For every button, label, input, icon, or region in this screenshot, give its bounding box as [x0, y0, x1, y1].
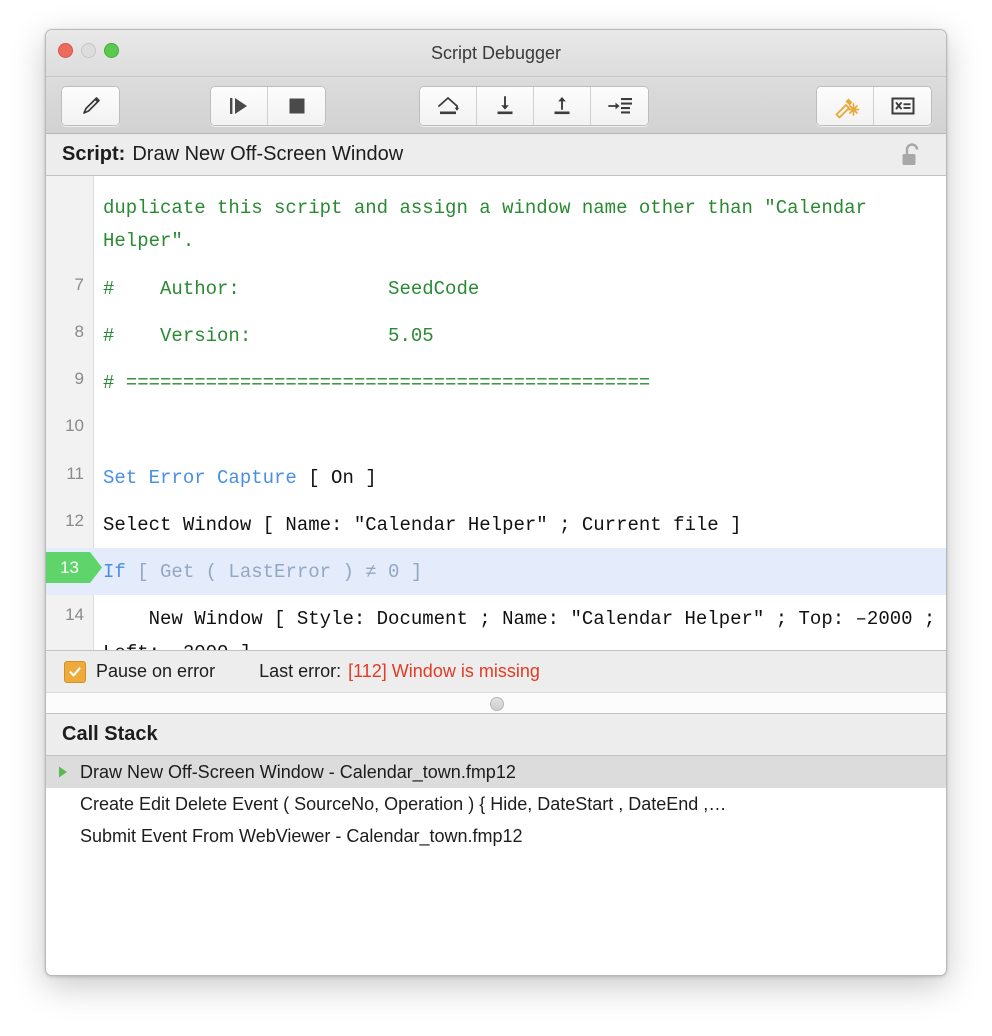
magic-wand-icon: [830, 92, 860, 120]
script-code-pane[interactable]: functions. If you need to spawn new off-…: [46, 176, 946, 650]
code-line-text: If [ Get ( LastError ) ≠ 0 ]: [93, 548, 946, 595]
last-error-value: [112] Window is missing: [348, 661, 540, 681]
line-number: 7: [74, 274, 84, 294]
code-line[interactable]: 11 Set Error Capture [ On ]: [46, 454, 946, 501]
call-stack-row-label: Create Edit Delete Event ( SourceNo, Ope…: [80, 793, 727, 814]
call-stack-row[interactable]: Submit Event From WebViewer - Calendar_t…: [46, 820, 946, 852]
inspect-group: [816, 86, 932, 126]
pause-on-error-label: Pause on error: [96, 661, 216, 681]
step-over-icon: [433, 93, 463, 119]
continue-run-button[interactable]: [211, 87, 268, 125]
step-out-icon: [549, 93, 575, 119]
code-line-text: # Version: 5.05: [93, 312, 946, 359]
code-line-list: functions. If you need to spawn new off-…: [46, 176, 946, 650]
call-stack-row[interactable]: Create Edit Delete Event ( SourceNo, Ope…: [46, 788, 946, 820]
pause-on-error-checkbox[interactable]: [64, 660, 86, 683]
error-status-bar: Pause on error Last error: [112] Window …: [46, 650, 946, 692]
stop-square-icon: [284, 93, 310, 119]
code-line[interactable]: 9 # =====================================…: [46, 359, 946, 406]
step-out-button[interactable]: [534, 87, 591, 125]
unlock-icon[interactable]: [898, 141, 926, 176]
line-number: 9: [74, 369, 84, 388]
code-segment: duplicate this script and assign a windo…: [103, 197, 879, 253]
code-line[interactable]: 14 New Window [ Style: Document ; Name: …: [46, 595, 946, 650]
code-segment: [ Get ( LastError ) ≠ 0 ]: [125, 561, 423, 583]
step-controls-group: [419, 86, 649, 126]
data-viewer-button[interactable]: [817, 87, 874, 125]
code-segment: # Author: SeedCode: [103, 277, 480, 300]
call-stack-list[interactable]: Draw New Off-Screen Window - Calendar_to…: [46, 756, 946, 975]
edit-script-button[interactable]: [62, 87, 119, 125]
code-line-text: New Window [ Style: Document ; Name: "Ca…: [93, 595, 946, 650]
code-segment: # ======================================…: [103, 372, 651, 394]
code-segment: New Window [ Style: Document ; Name: "Ca…: [103, 608, 936, 650]
pencil-icon: [78, 93, 104, 119]
code-segment: [ On ]: [296, 466, 377, 489]
code-line-text: functions. If you need to spawn new off-…: [93, 176, 946, 181]
line-number: 13: [60, 558, 79, 577]
pane-splitter[interactable]: [46, 692, 946, 714]
script-name: Draw New Off-Screen Window: [132, 143, 404, 165]
line-number: 11: [66, 463, 84, 483]
variables-button[interactable]: [874, 87, 931, 125]
code-line-text: Select Window [ Name: "Calendar Helper" …: [93, 501, 946, 548]
run-controls-group: [210, 86, 326, 126]
arrow-to-lines-icon: [605, 93, 635, 119]
script-header-bar: Script: Draw New Off-Screen Window: [46, 134, 946, 176]
line-number: [46, 184, 93, 194]
code-line-text: duplicate this script and assign a windo…: [93, 184, 946, 265]
window-title: Script Debugger: [430, 43, 562, 63]
line-number: 12: [65, 510, 84, 530]
line-number: 8: [74, 321, 84, 341]
play-icon: [224, 93, 254, 119]
code-line-text: Set Error Capture [ On ]: [93, 454, 946, 501]
step-over-button[interactable]: [420, 87, 477, 125]
call-stack-row-label: Draw New Off-Screen Window - Calendar_to…: [80, 761, 516, 782]
code-line[interactable]: functions. If you need to spawn new off-…: [46, 176, 946, 184]
code-segment: # Version: 5.05: [103, 324, 434, 347]
line-number: 14: [65, 605, 84, 625]
code-segment: If: [103, 561, 126, 583]
code-segment: Select Window [ Name: "Calendar Helper" …: [103, 513, 742, 536]
code-line[interactable]: 7 # Author: SeedCode: [46, 265, 946, 312]
debugger-toolbar: [46, 77, 946, 134]
script-label: Script:: [62, 143, 126, 165]
code-line[interactable]: 12 Select Window [ Name: "Calendar Helper…: [46, 501, 946, 548]
code-line[interactable]: duplicate this script and assign a windo…: [46, 184, 946, 265]
current-frame-arrow-icon: [56, 765, 80, 779]
last-error-label: Last error:: [259, 661, 342, 681]
set-next-step-button[interactable]: [591, 87, 648, 125]
variables-icon: [888, 93, 918, 119]
window-titlebar[interactable]: Script Debugger: [46, 30, 946, 77]
code-line-text: # ======================================…: [93, 359, 946, 406]
code-line[interactable]: 13 If [ Get ( LastError ) ≠ 0 ]: [46, 548, 946, 596]
call-stack-row-label: Submit Event From WebViewer - Calendar_t…: [80, 825, 523, 846]
call-stack-row[interactable]: Draw New Off-Screen Window - Calendar_to…: [46, 756, 946, 788]
script-debugger-window: Script Debugger Script: Draw New Off-Scr…: [45, 29, 947, 976]
code-line-text: # Author: SeedCode: [93, 265, 946, 312]
step-into-icon: [492, 93, 518, 119]
checkmark-icon: [69, 666, 81, 676]
call-stack-header: Call Stack: [46, 714, 946, 756]
code-line[interactable]: 10: [46, 406, 946, 453]
code-line[interactable]: 8 # Version: 5.05: [46, 312, 946, 359]
call-stack-title: Call Stack: [62, 723, 158, 745]
stop-button[interactable]: [268, 87, 325, 125]
line-number: 10: [65, 416, 84, 436]
code-line-text: [93, 406, 946, 453]
splitter-grip[interactable]: [490, 697, 504, 711]
step-into-button[interactable]: [477, 87, 534, 125]
code-segment: Set Error Capture: [103, 466, 297, 489]
screen-root: Script Debugger Script: Draw New Off-Scr…: [0, 0, 992, 1036]
edit-group: [61, 86, 120, 126]
